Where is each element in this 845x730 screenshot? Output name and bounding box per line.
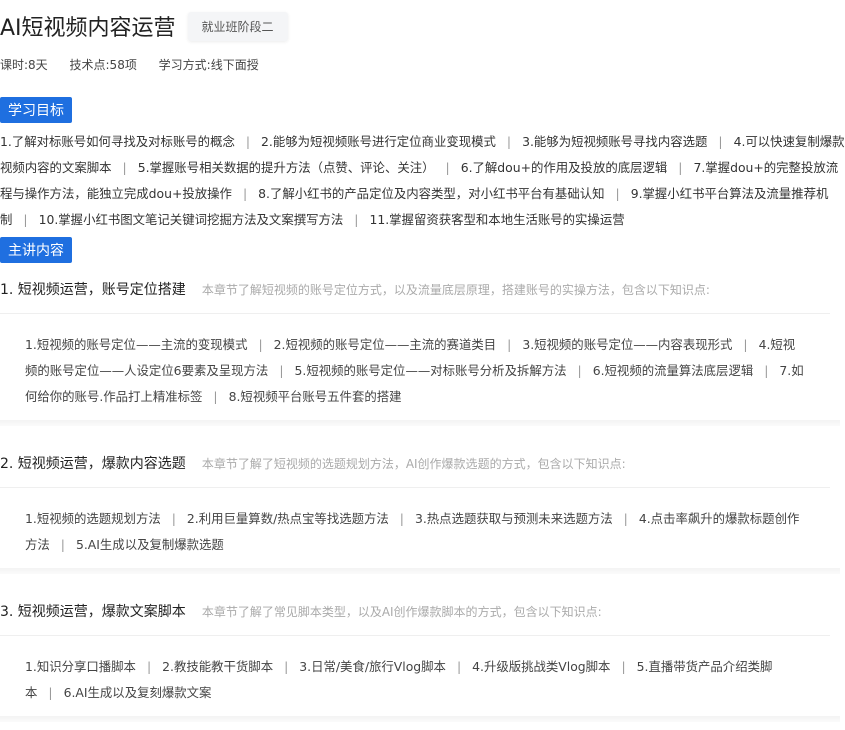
separator: | [615,186,620,201]
separator: | [171,511,176,526]
separator: | [284,659,289,674]
separator: | [621,659,626,674]
goal-item: 6.了解dou+的作用及投放的底层逻辑 [460,160,668,175]
knowledge-point: 4.升级版挑战类Vlog脚本 [472,659,611,674]
separator: | [242,186,248,201]
separator: | [678,160,683,175]
chapter-title: 1. 短视频运营，账号定位搭建 [0,282,186,298]
chapter-1: 1. 短视频运营，账号定位搭建 本章节了解短视频的账号定位方式，以及流量底层原理… [0,279,830,410]
chapter-description: 本章节了解短视频的账号定位方式，以及流量底层原理，搭建账号的实操方法，包含以下知… [201,283,710,297]
chapter-description: 本章节了解了短视频的选题规划方法，AI创作爆款选题的方式，包含以下知识点: [201,457,626,471]
chapter-description: 本章节了解了常见脚本类型，以及AI创作爆款脚本的方式，包含以下知识点: [201,605,602,619]
course-meta: 课时:8天 技术点:58项 学习方式:线下面授 [0,56,277,73]
separator: | [258,337,263,352]
knowledge-point: 3.日常/美食/旅行Vlog脚本 [299,659,446,674]
goal-item: 1.了解对标账号如何寻找及对标账号的概念 [0,134,235,149]
separator: | [279,363,284,378]
separator: | [456,659,462,674]
knowledge-point: 3.热点选题获取与预测未来选题方法 [414,511,613,526]
chapter-points: 1.短视频的选题规划方法 | 2.利用巨量算数/热点宝等找选题方法 | 3.热点选题获取… [0,488,830,558]
chapter-points: 1.知识分享口播脚本 | 2.教技能教干货脚本 | 3.日常/美食/旅行Vlog脚本 | 4… [0,636,830,706]
knowledge-point: 5.AI生成以及复制爆款选题 [75,537,224,552]
goal-item: 5.掌握账号相关数据的提升方法（点赞、评论、关注） [137,160,435,175]
knowledge-point: 1.短视频的账号定位——主流的变现模式 [25,337,248,352]
separator: | [213,389,218,404]
chapter-divider [0,716,840,722]
knowledge-point: 2.利用巨量算数/热点宝等找选题方法 [186,511,389,526]
separator: | [743,337,748,352]
chapter-2: 2. 短视频运营，爆款内容选题 本章节了解了短视频的选题规划方法，AI创作爆款选… [0,453,830,558]
knowledge-point: 6.短视频的流量算法底层逻辑 [592,363,754,378]
separator: | [718,134,723,149]
separator: | [60,537,65,552]
chapter-divider [0,568,840,574]
goals-section-label: 学习目标 [0,97,72,123]
course-header: AI短视频内容运营 就业班阶段二 [0,10,288,42]
separator: | [48,685,53,700]
separator: | [445,160,450,175]
knowledge-point: 1.短视频的选题规划方法 [25,511,161,526]
separator: | [507,337,512,352]
goal-item: 11.掌握留资获客型和本地生活账号的实操运营 [369,212,625,227]
chapter-points: 1.短视频的账号定位——主流的变现模式 | 2.短视频的账号定位——主流的赛道类目 |… [0,314,830,410]
meta-points: 技术点:58项 [69,58,137,72]
knowledge-point: 2.教技能教干货脚本 [162,659,274,674]
separator: | [354,212,359,227]
separator: | [764,363,769,378]
separator: | [122,160,127,175]
goal-item: 3.能够为短视频账号寻找内容选题 [522,134,708,149]
goals-list: 1.了解对标账号如何寻找及对标账号的概念 | 2.能够为短视频账号进行定位商业变现模… [0,129,845,233]
chapter-divider [0,420,840,426]
knowledge-point: 3.短视频的账号定位——内容表现形式 [522,337,733,352]
content-section-label: 主讲内容 [0,237,72,263]
knowledge-point: 8.短视频平台账号五件套的搭建 [228,389,402,404]
separator: | [245,134,251,149]
separator: | [399,511,404,526]
separator: | [623,511,628,526]
course-title: AI短视频内容运营 [0,16,176,41]
chapter-3: 3. 短视频运营，爆款文案脚本 本章节了解了常见脚本类型，以及AI创作爆款脚本的… [0,601,830,706]
goal-item: 2.能够为短视频账号进行定位商业变现模式 [261,134,496,149]
separator: | [23,212,28,227]
knowledge-point: 1.知识分享口播脚本 [25,659,136,674]
chapter-title: 2. 短视频运营，爆款内容选题 [0,456,186,472]
goal-item: 10.掌握小红书图文笔记关键词挖掘方法及文案撰写方法 [38,212,344,227]
meta-hours: 课时:8天 [0,58,48,72]
separator: | [506,134,512,149]
meta-mode: 学习方式:线下面授 [158,58,259,72]
chapter-title: 3. 短视频运营，爆款文案脚本 [0,604,186,620]
knowledge-point: 2.短视频的账号定位——主流的赛道类目 [273,337,497,352]
separator: | [577,363,582,378]
stage-badge: 就业班阶段二 [187,11,288,41]
knowledge-point: 6.AI生成以及复刻爆款文案 [63,685,212,700]
separator: | [146,659,152,674]
knowledge-point: 5.短视频的账号定位——对标账号分析及拆解方法 [294,363,567,378]
goal-item: 8.了解小红书的产品定位及内容类型，对小红书平台有基础认知 [258,186,605,201]
